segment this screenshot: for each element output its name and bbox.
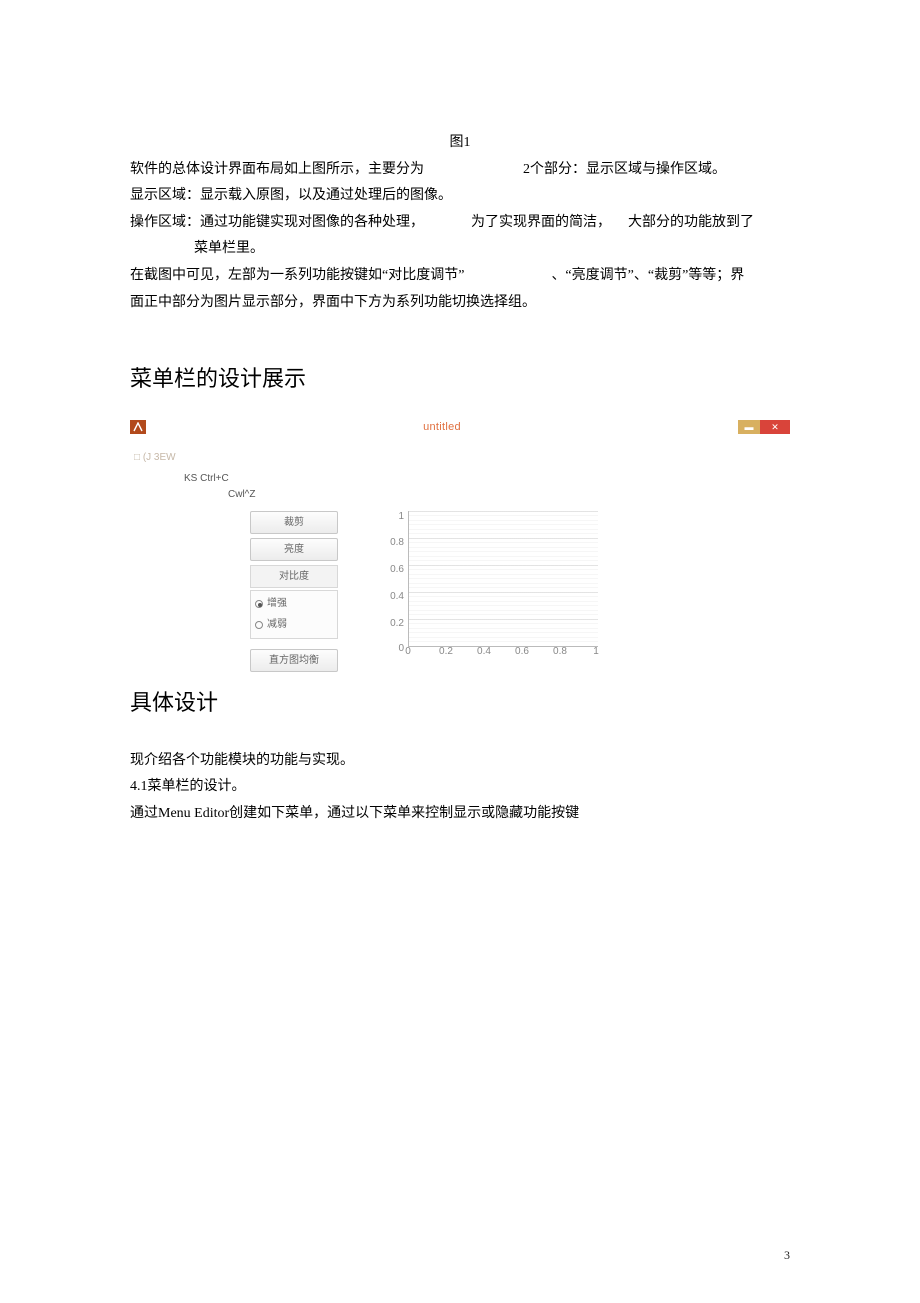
window-title: untitled bbox=[146, 417, 738, 438]
ytick-label: 0.8 bbox=[388, 533, 404, 552]
ytick-label: 0.2 bbox=[388, 614, 404, 633]
section-heading-menu: 菜单栏的设计展示 bbox=[130, 358, 790, 400]
radio-label: 增强 bbox=[267, 598, 287, 609]
body-text: 现介绍各个功能模块的功能与实现。 bbox=[130, 748, 790, 775]
app-window: untitled ▬ ✕ □ (J 3EW KS Ctrl+C Cwl^Z 裁剪… bbox=[130, 418, 790, 676]
text-fragment: 操作区域：通过功能键实现对图像的各种处理， bbox=[130, 210, 424, 237]
text-fragment: 软件的总体设计界面布局如上图所示，主要分为 bbox=[130, 157, 424, 184]
plot-area bbox=[408, 511, 598, 647]
body-text: 面正中部分为图片显示部分，界面中下方为系列功能切换选择组。 bbox=[130, 290, 790, 317]
axes-plot: 1 0.8 0.6 0.4 0.2 0 0 0.2 0.4 0.6 0.8 1 bbox=[388, 511, 598, 661]
histeq-button[interactable]: 直方图均衡 bbox=[250, 649, 338, 672]
body-text: 菜单栏里。 bbox=[130, 236, 790, 263]
text-fragment: 在截图中可见，左部为一系列功能按键如“对比度调节” bbox=[130, 263, 464, 290]
radio-increase[interactable]: 增强 bbox=[255, 593, 333, 614]
body-text: 显示区域：显示载入原图，以及通过处理后的图像。 bbox=[130, 183, 790, 210]
ytick-label: 0 bbox=[388, 639, 404, 658]
minimize-button[interactable]: ▬ bbox=[738, 420, 760, 434]
section-heading-detail: 具体设计 bbox=[130, 682, 790, 724]
body-text: 软件的总体设计界面布局如上图所示，主要分为 2个部分：显示区域与操作区域。 bbox=[130, 157, 790, 184]
crop-button[interactable]: 裁剪 bbox=[250, 511, 338, 534]
menubar[interactable]: □ (J 3EW bbox=[134, 448, 790, 467]
ytick-label: 0.6 bbox=[388, 560, 404, 579]
ytick-label: 0.4 bbox=[388, 587, 404, 606]
radio-decrease[interactable]: 减弱 bbox=[255, 614, 333, 635]
titlebar: untitled ▬ ✕ bbox=[130, 418, 790, 436]
radio-dot-icon bbox=[255, 621, 263, 629]
text-fragment: 大部分的功能放到了 bbox=[628, 210, 754, 237]
xtick-label: 0 bbox=[405, 642, 411, 661]
ytick-label: 1 bbox=[388, 507, 404, 526]
text-fragment: 、“亮度调节”、“裁剪”等等；界 bbox=[551, 263, 744, 290]
xtick-label: 0.6 bbox=[515, 642, 529, 661]
body-text: 通过Menu Editor创建如下菜单，通过以下菜单来控制显示或隐藏功能按键 bbox=[130, 801, 790, 828]
xtick-label: 0.2 bbox=[439, 642, 453, 661]
menu-dropdown: KS Ctrl+C Cwl^Z bbox=[184, 471, 790, 503]
menu-item-cwlz[interactable]: Cwl^Z bbox=[228, 487, 790, 503]
close-button[interactable]: ✕ bbox=[760, 420, 790, 434]
figure-caption: 图1 bbox=[130, 130, 790, 157]
xtick-label: 0.4 bbox=[477, 642, 491, 661]
menu-item-ks[interactable]: KS Ctrl+C bbox=[184, 471, 790, 487]
xtick-label: 0.8 bbox=[553, 642, 567, 661]
body-text: 操作区域：通过功能键实现对图像的各种处理， 为了实现界面的简洁， 大部分的功能放… bbox=[130, 210, 790, 237]
page-number: 3 bbox=[784, 1244, 790, 1267]
text-fragment: 2个部分：显示区域与操作区域。 bbox=[523, 157, 726, 184]
radio-dot-icon bbox=[255, 600, 263, 608]
radio-label: 减弱 bbox=[267, 619, 287, 630]
body-text: 4.1菜单栏的设计。 bbox=[130, 774, 790, 801]
app-icon bbox=[130, 420, 146, 434]
xtick-label: 1 bbox=[593, 642, 599, 661]
body-text: 在截图中可见，左部为一系列功能按键如“对比度调节” 、“亮度调节”、“裁剪”等等… bbox=[130, 263, 790, 290]
menu-root[interactable]: □ (J 3EW bbox=[134, 448, 176, 467]
contrast-radio-group: 增强 减弱 bbox=[250, 590, 338, 639]
text-fragment: 为了实现界面的简洁， bbox=[471, 210, 611, 237]
control-panel: 裁剪 亮度 对比度 增强 减弱 直方图均衡 bbox=[250, 511, 338, 676]
contrast-group-label: 对比度 bbox=[250, 565, 338, 588]
brightness-button[interactable]: 亮度 bbox=[250, 538, 338, 561]
